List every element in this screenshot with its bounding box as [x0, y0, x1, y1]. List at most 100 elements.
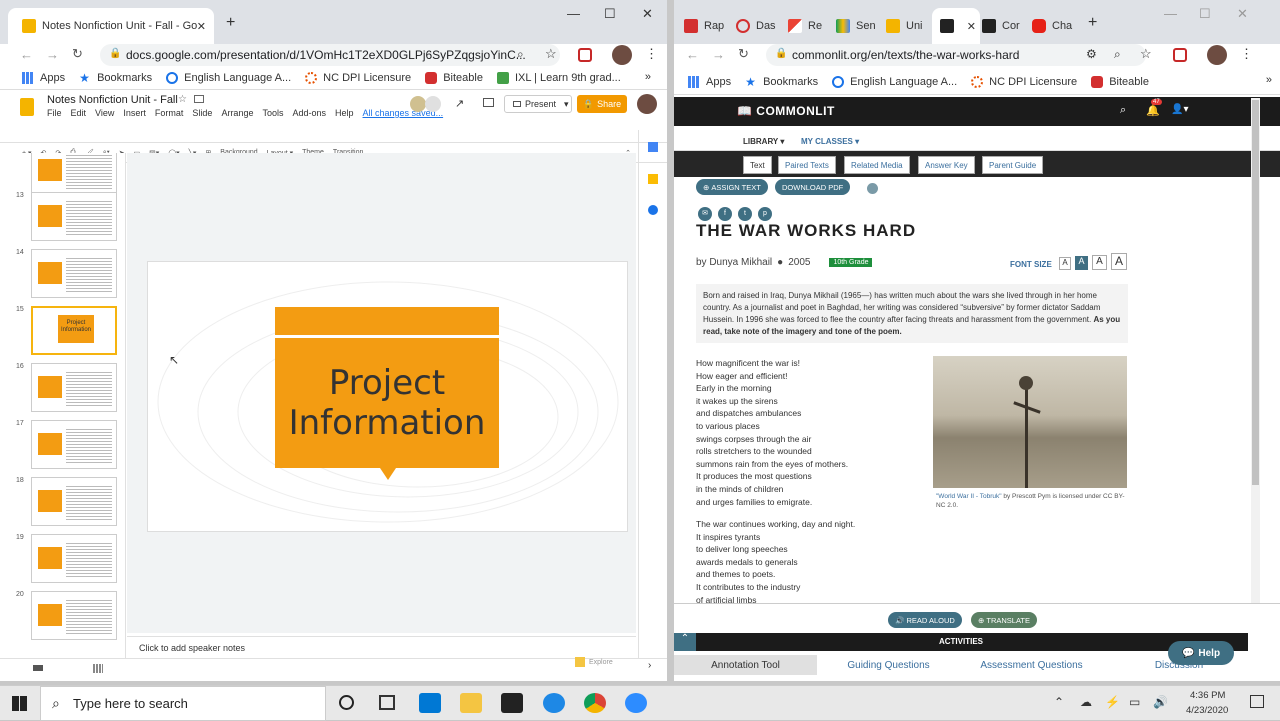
star-doc-icon[interactable]: ☆: [178, 94, 187, 105]
bookmark-ncdpi[interactable]: NC DPI Licensure: [971, 76, 1077, 88]
bookmark-bookmarks[interactable]: ★ Bookmarks: [745, 76, 818, 88]
windows-start-icon[interactable]: [12, 696, 27, 711]
menu-kebab-icon[interactable]: ⋮: [1240, 46, 1253, 62]
menu-addons[interactable]: Add-ons: [292, 108, 326, 118]
user-avatar[interactable]: [637, 94, 657, 114]
more-bookmarks-icon[interactable]: »: [1266, 74, 1272, 86]
tab-das[interactable]: Das: [736, 8, 784, 44]
slide-thumbnail[interactable]: 16: [0, 360, 125, 417]
tab-paired-texts[interactable]: Paired Texts: [778, 156, 836, 174]
activities-header[interactable]: ACTIVITIES: [674, 633, 1248, 651]
tab-google-slides[interactable]: Notes Nonfiction Unit - Fall - Go ✕: [8, 8, 214, 44]
avatar[interactable]: [1207, 45, 1227, 65]
poem-stanza-2[interactable]: The war continues working, day and night…: [696, 518, 855, 606]
share-button[interactable]: 🔒 Share: [577, 95, 627, 113]
keep-icon[interactable]: [648, 174, 658, 184]
edge-icon[interactable]: [543, 693, 565, 713]
user-menu-icon[interactable]: 👤▾: [1171, 104, 1188, 115]
close-tab-icon[interactable]: ✕: [967, 20, 976, 33]
slide-thumbnail-selected[interactable]: 15 Project Information: [0, 303, 125, 360]
font-size-small[interactable]: A: [1059, 257, 1071, 270]
address-bar[interactable]: 🔒 docs.google.com/presentation/d/1VOmHc1…: [100, 44, 560, 66]
add-icon[interactable]: [867, 183, 878, 194]
tab-assessment-questions[interactable]: Assessment Questions: [960, 655, 1103, 675]
caption-link[interactable]: "World War II - Tobruk": [936, 493, 1002, 500]
tab-rap[interactable]: Rap: [684, 8, 732, 44]
menu-help[interactable]: Help: [335, 108, 354, 118]
read-aloud-button[interactable]: 🔊 READ ALOUD: [888, 612, 962, 628]
doc-title[interactable]: Notes Nonfiction Unit - Fall: [47, 94, 178, 106]
menu-edit[interactable]: Edit: [71, 108, 87, 118]
font-size-medium[interactable]: A: [1075, 256, 1088, 270]
volume-icon[interactable]: 🔊: [1153, 695, 1168, 709]
present-button[interactable]: Present ▾: [504, 95, 572, 113]
new-tab-button[interactable]: +: [226, 14, 235, 32]
pinterest-share-icon[interactable]: p: [758, 207, 772, 221]
slide-canvas[interactable]: Project Information: [147, 261, 628, 532]
taskbar-search-box[interactable]: ⌕ Type here to search: [40, 686, 326, 721]
network-icon[interactable]: ⚡: [1105, 695, 1120, 709]
menu-tools[interactable]: Tools: [262, 108, 283, 118]
action-center-icon[interactable]: [1250, 695, 1264, 708]
nav-library[interactable]: LIBRARY ▾: [743, 137, 784, 146]
filmstrip-view-icon[interactable]: [33, 665, 43, 671]
tab-slides[interactable]: Uni: [886, 8, 932, 44]
cortana-icon[interactable]: [339, 695, 354, 710]
translate-button[interactable]: ⊕ TRANSLATE: [971, 612, 1037, 628]
menu-view[interactable]: View: [95, 108, 114, 118]
scrollbar-thumb[interactable]: [1252, 100, 1259, 485]
commonlit-logo[interactable]: 📖 COMMONLIT: [737, 104, 835, 118]
slides-logo-icon[interactable]: [20, 98, 34, 116]
tab-answer-key[interactable]: Answer Key: [918, 156, 975, 174]
bookmark-ela[interactable]: English Language A...: [832, 76, 957, 88]
tasks-icon[interactable]: [648, 205, 658, 215]
speaker-notes[interactable]: Click to add speaker notes: [127, 636, 636, 658]
site-settings-icon[interactable]: ⚙: [1086, 47, 1097, 61]
close-tab-icon[interactable]: ✕: [197, 20, 206, 33]
menu-insert[interactable]: Insert: [123, 108, 146, 118]
file-explorer-icon[interactable]: [460, 693, 482, 713]
slide-thumbnail[interactable]: [0, 153, 125, 195]
bookmark-ncdpi[interactable]: NC DPI Licensure: [305, 71, 411, 84]
bookmark-apps[interactable]: Apps: [22, 71, 65, 84]
reload-icon[interactable]: ↻: [738, 46, 749, 62]
search-icon[interactable]: ⌕: [1120, 104, 1126, 117]
tray-chevron-icon[interactable]: ⌃: [1054, 695, 1064, 709]
tab-drive[interactable]: Sen: [836, 8, 884, 44]
collaborator-avatar-2[interactable]: [425, 96, 441, 112]
bookmark-apps[interactable]: Apps: [688, 76, 731, 88]
slide-thumbnail[interactable]: 14: [0, 246, 125, 303]
bell-icon[interactable]: 🔔: [1146, 104, 1160, 117]
reload-icon[interactable]: ↻: [72, 46, 83, 62]
expand-activities-icon[interactable]: ⌃: [674, 633, 696, 651]
font-size-large[interactable]: A: [1092, 255, 1107, 270]
menu-file[interactable]: File: [47, 108, 62, 118]
twitter-share-icon[interactable]: t: [738, 207, 752, 221]
extension-icon[interactable]: [578, 48, 592, 62]
slide-thumbnail[interactable]: 19: [0, 531, 125, 588]
zoom-search-icon[interactable]: ⌕: [517, 47, 524, 62]
tab-commonlit-active[interactable]: ✕: [932, 8, 980, 44]
slide-thumbnail[interactable]: 20: [0, 588, 125, 645]
store-icon[interactable]: [501, 693, 523, 713]
bookmark-bookmarks[interactable]: ★ Bookmarks: [79, 72, 152, 84]
calendar-icon[interactable]: [648, 142, 658, 152]
maximize-icon[interactable]: ☐: [604, 6, 616, 22]
slide-thumbnail[interactable]: 13: [0, 189, 125, 246]
poem-stanza-1[interactable]: How magnificent the war is! How eager an…: [696, 357, 848, 508]
monitor-icon[interactable]: ▭: [1129, 695, 1140, 709]
download-pdf-button[interactable]: DOWNLOAD PDF: [775, 179, 851, 195]
author[interactable]: by Dunya Mikhail: [696, 257, 772, 268]
tab-text[interactable]: Text: [743, 156, 772, 174]
forward-icon[interactable]: →: [712, 47, 725, 62]
grid-view-icon[interactable]: [93, 664, 103, 673]
title-box[interactable]: Project Information: [275, 307, 499, 480]
menu-slide[interactable]: Slide: [192, 108, 212, 118]
task-view-icon[interactable]: [379, 695, 395, 710]
clock-date[interactable]: 4/23/2020: [1186, 705, 1228, 716]
explore-button[interactable]: Explore: [575, 657, 613, 667]
extension-icon[interactable]: [1173, 48, 1187, 62]
bookmark-ela[interactable]: English Language A...: [166, 71, 291, 84]
back-icon[interactable]: ←: [686, 47, 699, 62]
bookmark-star-icon[interactable]: ☆: [1140, 46, 1152, 62]
